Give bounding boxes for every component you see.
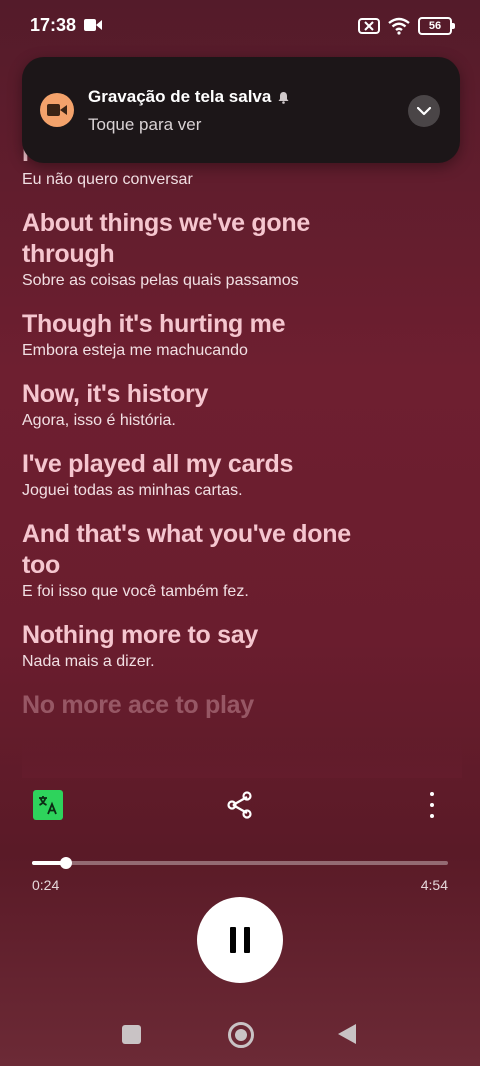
lyric-line: I've played all my cards — [22, 450, 294, 478]
lyric-item[interactable]: I've played all my cards Joguei todas as… — [22, 449, 462, 502]
nav-back-button[interactable] — [338, 1024, 356, 1044]
lyric-line: About things we've gone through — [22, 209, 310, 268]
lyric-translation: Eu não quero conversar — [22, 171, 193, 188]
lyric-item[interactable]: No more ace to play — [22, 690, 462, 721]
lyric-translation: Agora, isso é história. — [22, 412, 176, 429]
battery-indicator: 56 — [418, 17, 455, 35]
home-icon — [235, 1029, 247, 1041]
screen-record-icon — [84, 19, 102, 31]
total-time: 4:54 — [420, 877, 448, 893]
notification-title: Gravação de tela salva — [88, 87, 272, 106]
lyric-line: Now, it's history — [22, 380, 209, 408]
pause-icon — [230, 927, 236, 953]
nav-home-button[interactable] — [228, 1022, 254, 1048]
chevron-down-icon — [417, 106, 431, 115]
system-icons: 56 — [358, 15, 455, 37]
lyric-line: And that's what you've done too — [22, 520, 351, 579]
more-options-button[interactable] — [424, 790, 440, 820]
nav-recents-button[interactable] — [122, 1025, 141, 1044]
lyric-translation: Joguei todas as minhas cartas. — [22, 482, 243, 499]
lyric-translation: Embora esteja me machucando — [22, 342, 248, 359]
lyric-item[interactable]: About things we've gone through Sobre as… — [22, 208, 462, 292]
translate-icon — [39, 796, 57, 815]
pause-button[interactable] — [197, 897, 283, 983]
lyric-item[interactable]: Though it's hurting me Embora esteja me … — [22, 309, 462, 362]
lyric-item[interactable]: Now, it's history Agora, isso é história… — [22, 379, 462, 432]
translate-button[interactable] — [33, 790, 63, 820]
notification-subtitle: Toque para ver — [88, 115, 202, 134]
wifi-icon — [388, 17, 410, 35]
lyric-line: Nothing more to say — [22, 621, 258, 649]
status-time: 17:38 — [30, 15, 77, 35]
lyric-line: No more ace to play — [22, 691, 254, 719]
notification-title-row: Gravação de tela salva — [88, 87, 290, 107]
lyric-item[interactable]: Nothing more to say Nada mais a dizer. — [22, 620, 462, 673]
status-bar: 17:38 56 — [0, 0, 480, 52]
lyric-translation: Nada mais a dizer. — [22, 653, 155, 670]
pause-icon-bar — [244, 927, 250, 953]
lyrics-list[interactable]: I don't wanna talk Eu não quero conversa… — [22, 138, 462, 778]
screen-recording-notification[interactable]: Gravação de tela salva Toque para ver — [22, 57, 460, 163]
current-time: 0:24 — [32, 877, 60, 893]
lyric-translation: E foi isso que você também fez. — [22, 583, 249, 600]
bell-icon — [278, 91, 289, 104]
more-dot — [430, 803, 434, 807]
data-off-icon — [358, 18, 380, 34]
share-button[interactable] — [226, 790, 254, 820]
seek-bar[interactable] — [32, 857, 448, 869]
lyric-translation: Sobre as coisas pelas quais passamos — [22, 272, 299, 289]
more-vertical-icon — [430, 792, 434, 796]
lyric-item[interactable]: And that's what you've done too E foi is… — [22, 519, 462, 603]
more-dot — [430, 814, 434, 818]
lyrics-fade — [22, 738, 462, 778]
seek-bar-handle[interactable] — [60, 857, 73, 869]
notification-expand-button[interactable] — [408, 95, 440, 127]
lyric-line: Though it's hurting me — [22, 310, 286, 338]
video-camera-icon — [40, 93, 74, 127]
